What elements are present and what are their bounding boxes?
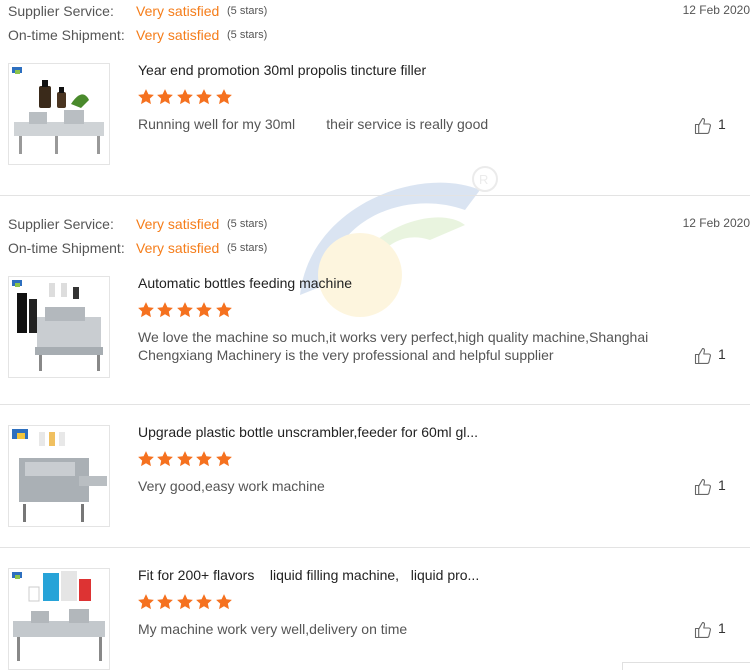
ontime-shipment-label: On-time Shipment: [8, 240, 125, 256]
star-icon [176, 450, 194, 468]
product-thumbnail[interactable] [8, 425, 110, 527]
product-title[interactable]: Year end promotion 30ml propolis tinctur… [138, 62, 426, 78]
star-icon [137, 301, 155, 319]
review-comment: Very good,easy work machine [138, 478, 325, 494]
review-date: 12 Feb 2020 [682, 3, 750, 17]
review-divider [0, 404, 750, 405]
like-count: 1 [718, 477, 726, 493]
ontime-shipment-note: (5 stars) [227, 29, 268, 41]
star-icon [176, 301, 194, 319]
rating-stars [137, 301, 234, 321]
supplier-service-value: Very satisfied [136, 3, 220, 19]
star-icon [215, 593, 233, 611]
ontime-shipment-value: Very satisfied [136, 240, 220, 256]
star-icon [156, 88, 174, 106]
supplier-service-note: (5 stars) [227, 218, 268, 230]
review-divider [0, 547, 750, 548]
rating-stars [137, 593, 234, 613]
supplier-service-value: Very satisfied [136, 216, 220, 232]
product-thumbnail[interactable] [8, 276, 110, 378]
review-comment: My machine work very well,delivery on ti… [138, 621, 408, 637]
like-count: 1 [718, 346, 726, 362]
star-icon [176, 593, 194, 611]
product-thumbnail[interactable] [8, 63, 110, 165]
review-date: 12 Feb 2020 [682, 216, 750, 230]
thumbs-up-icon[interactable] [693, 620, 713, 640]
star-icon [137, 88, 155, 106]
star-icon [195, 450, 213, 468]
thumbs-up-icon[interactable] [693, 116, 713, 136]
product-title[interactable]: Automatic bottles feeding machine [138, 275, 352, 291]
star-icon [195, 593, 213, 611]
star-icon [156, 450, 174, 468]
like-count: 1 [718, 620, 726, 636]
review-divider [0, 195, 750, 196]
rating-stars [137, 450, 234, 470]
thumbs-up-icon[interactable] [693, 477, 713, 497]
star-icon [156, 301, 174, 319]
ontime-shipment-note: (5 stars) [227, 242, 268, 254]
supplier-service-label: Supplier Service: [8, 216, 114, 232]
star-icon [215, 450, 233, 468]
supplier-service-label: Supplier Service: [8, 3, 114, 19]
rating-stars [137, 88, 234, 108]
star-icon [215, 88, 233, 106]
star-icon [137, 450, 155, 468]
like-count: 1 [718, 116, 726, 132]
product-thumbnail[interactable] [8, 568, 110, 670]
star-icon [176, 88, 194, 106]
product-title[interactable]: Upgrade plastic bottle unscrambler,feede… [138, 424, 478, 440]
svg-text:R: R [479, 172, 488, 187]
thumbs-up-icon[interactable] [693, 346, 713, 366]
star-icon [137, 593, 155, 611]
ontime-shipment-value: Very satisfied [136, 27, 220, 43]
star-icon [215, 301, 233, 319]
review-comment: Running well for my 30ml their service i… [138, 116, 489, 132]
star-icon [195, 301, 213, 319]
star-icon [156, 593, 174, 611]
review-comment: We love the machine so much,it works ver… [138, 329, 649, 363]
product-title[interactable]: Fit for 200+ flavors liquid filling mach… [138, 567, 479, 583]
ontime-shipment-label: On-time Shipment: [8, 27, 125, 43]
star-icon [195, 88, 213, 106]
supplier-service-note: (5 stars) [227, 5, 268, 17]
